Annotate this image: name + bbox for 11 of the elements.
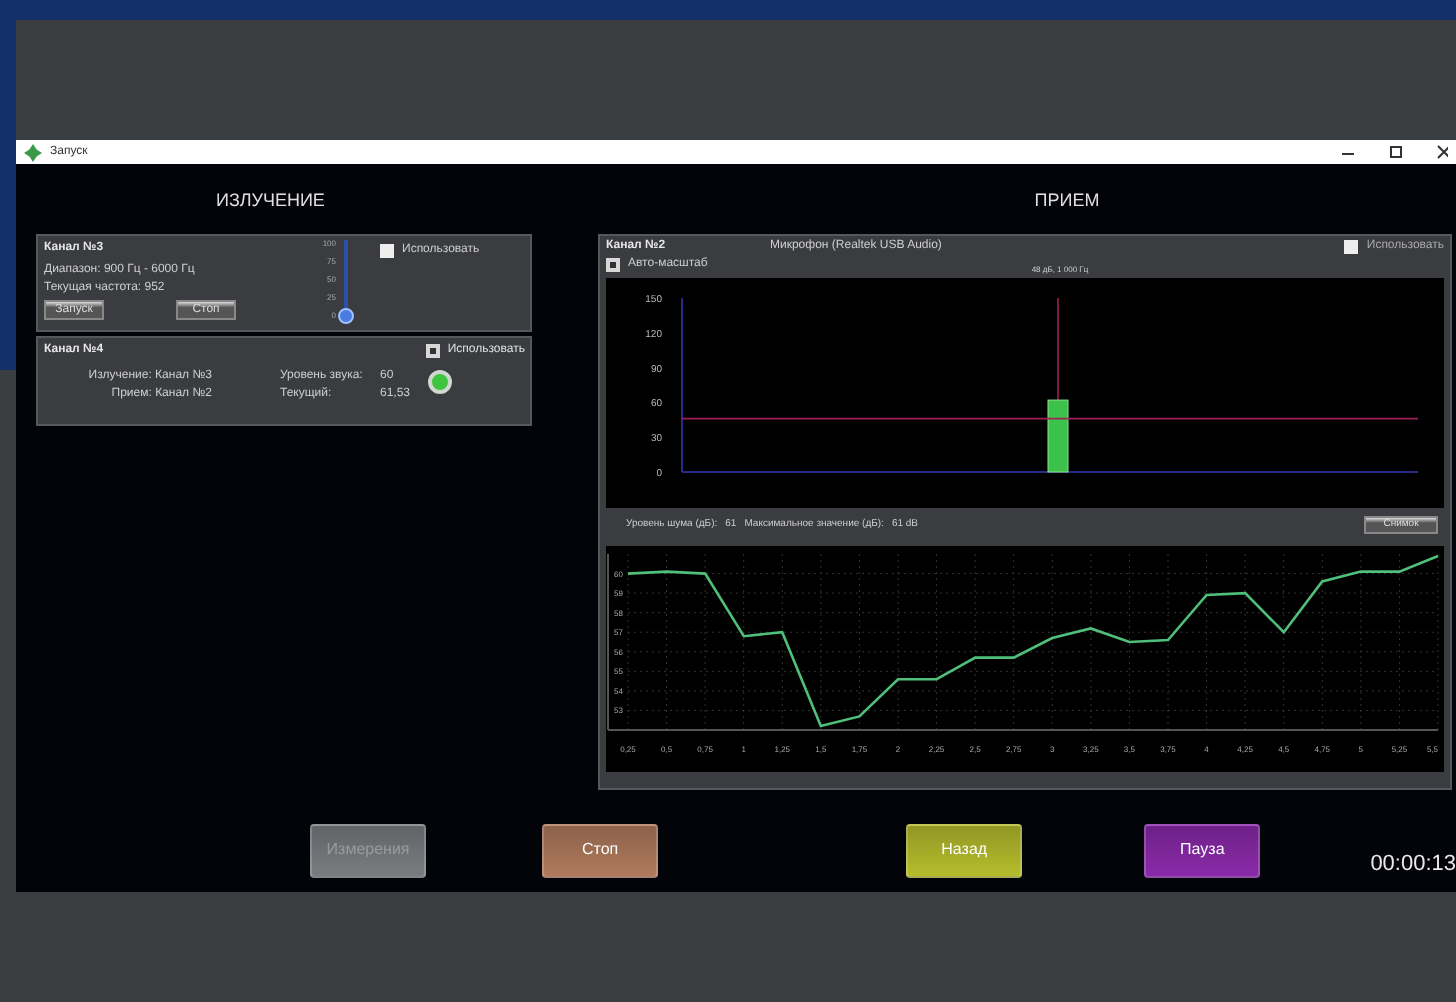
- maximize-icon[interactable]: [1388, 144, 1404, 160]
- slider-thumb[interactable]: [338, 307, 354, 323]
- slider-track[interactable]: [338, 239, 354, 323]
- section-title: ИЗЛУЧЕНИЕ: [216, 188, 325, 214]
- timer: 00:00:13: [1370, 849, 1456, 880]
- section-title: ПРИЕМ: [1034, 188, 1100, 214]
- marker-line: [1057, 296, 1059, 400]
- action-button[interactable]: Пауза: [1144, 823, 1261, 877]
- close-icon[interactable]: [1436, 144, 1448, 160]
- action-button[interactable]: Стоп: [542, 823, 659, 877]
- app-icon: [24, 143, 42, 161]
